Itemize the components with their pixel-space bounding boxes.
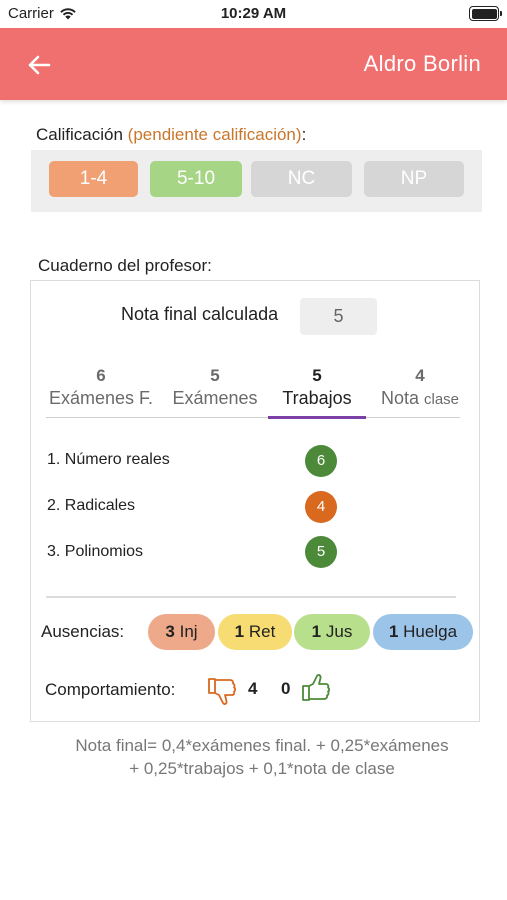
thumbs-down-icon — [208, 678, 237, 705]
tab-divider — [46, 417, 460, 418]
behavior-negative-count: 4 — [248, 679, 258, 698]
tab-label-main: Nota — [380, 388, 419, 408]
absence-badge-jus[interactable]: 1 Jus — [294, 614, 370, 650]
tab-examenes-finales[interactable]: 6 Exámenes F. — [46, 366, 156, 409]
thumbs-up-icon — [302, 674, 331, 701]
item-grade-badge[interactable]: 6 — [305, 445, 337, 477]
tab-label: Exámenes F. — [48, 388, 154, 408]
item-grade-badge[interactable]: 5 — [305, 536, 337, 568]
grade-label: Calificación — [36, 125, 123, 144]
tab-score: 5 — [210, 366, 220, 385]
section-divider — [46, 596, 456, 598]
absence-type: Huelga — [403, 622, 458, 641]
absence-badge-inj[interactable]: 3 Inj — [148, 614, 215, 650]
grade-pending-label: (pendiente calificación) — [127, 125, 302, 144]
absence-badge-huelga[interactable]: 1 Huelga — [373, 614, 473, 650]
tab-score: 6 — [96, 366, 106, 385]
absence-count: 1 — [311, 622, 322, 641]
final-grade-label: Nota final calculada — [121, 304, 279, 324]
status-time: 10:29 AM — [220, 5, 287, 22]
status-bar: Carrier 10:29 AM — [0, 0, 507, 28]
student-name: Aldro Borlin — [363, 51, 481, 76]
grade-option-5-10[interactable]: 5-10 — [150, 161, 242, 197]
absence-count: 3 — [165, 622, 175, 641]
notebook-section-label: Cuaderno del profesor: — [38, 256, 212, 275]
thumbs-down-button[interactable] — [205, 674, 239, 708]
thumbs-up-button[interactable] — [299, 671, 333, 705]
list-item-label: 3. Polinomios — [47, 543, 144, 560]
absence-type: Jus — [325, 622, 353, 641]
absence-badge-ret[interactable]: 1 Ret — [218, 614, 292, 650]
active-tab-indicator — [268, 416, 366, 419]
formula-line-2: + 0,25*trabajos + 0,1*nota de clase — [129, 759, 395, 778]
formula-text: Nota final= 0,4*exámenes final. + 0,25*e… — [20, 734, 504, 780]
tab-examenes[interactable]: 5 Exámenes — [167, 366, 263, 409]
grade-section-label: Calificación (pendiente calificación): — [36, 125, 306, 145]
tab-trabajos[interactable]: 5 Trabajos — [268, 366, 366, 409]
tab-score: 5 — [312, 366, 322, 385]
grade-label-colon: : — [301, 125, 307, 144]
item-grade-badge[interactable]: 4 — [305, 491, 337, 523]
absences-label: Ausencias: — [41, 622, 125, 641]
tab-label: Exámenes — [172, 388, 258, 408]
back-button[interactable] — [22, 48, 56, 82]
app-header: Aldro Borlin — [0, 28, 507, 100]
tab-nota-clase[interactable]: 4 Nota clase — [370, 366, 470, 409]
list-item-label: 2. Radicales — [47, 497, 136, 514]
formula-line-1: Nota final= 0,4*exámenes final. + 0,25*e… — [75, 736, 449, 755]
final-grade-value: 5 — [300, 298, 377, 335]
absence-type: Ret — [248, 622, 276, 641]
absence-count: 1 — [234, 622, 245, 641]
behavior-label: Comportamiento: — [45, 680, 176, 699]
grade-option-np[interactable]: NP — [364, 161, 464, 197]
absence-count: 1 — [388, 622, 399, 641]
grade-options-bar: 1-4 5-10 NC NP — [31, 150, 482, 212]
absence-type: Inj — [179, 622, 198, 641]
behavior-positive-count: 0 — [281, 679, 291, 698]
grade-option-nc[interactable]: NC — [251, 161, 352, 197]
grade-option-1-4[interactable]: 1-4 — [49, 161, 138, 197]
tab-label-small: clase — [424, 391, 460, 408]
battery-icon — [469, 6, 502, 21]
list-item-label: 1. Número reales — [47, 451, 170, 468]
arrow-left-icon — [28, 55, 51, 75]
tab-label: Trabajos — [282, 388, 352, 408]
tab-score: 4 — [415, 366, 425, 385]
tab-label: Nota clase — [370, 388, 470, 409]
